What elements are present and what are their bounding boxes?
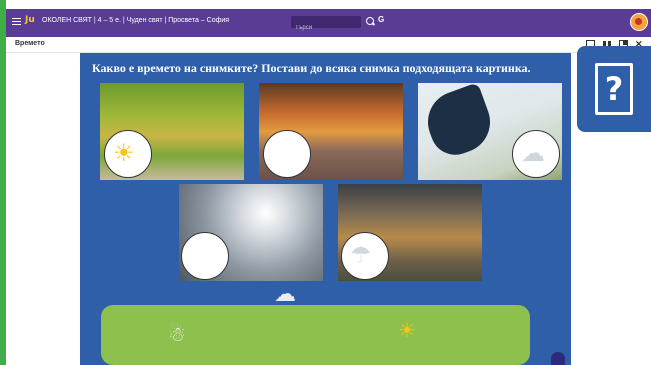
exercise-panel: Какво е времето на снимките? Постави до … [80,53,571,365]
photo-rain-bench: ☂ [338,184,482,281]
photo-windy-umbrella: ☁ [418,83,562,180]
search-box [291,16,361,34]
drop-circle[interactable] [181,232,229,280]
avatar[interactable] [630,13,648,31]
cloud-token-icon[interactable]: ☁ [274,283,296,305]
section-title: Времето [15,40,45,47]
app-title: ОКОЛЕН СВЯТ | 4 – 5 е. | Чуден свят | Пр… [42,17,230,24]
photo-cloudy-sky [179,184,323,281]
drop-circle[interactable]: ☁ [512,130,560,178]
app-frame: Ju ОКОЛЕН СВЯТ | 4 – 5 е. | Чуден свят |… [6,0,651,365]
sun-cloud-token-icon[interactable]: ☀ [398,321,416,341]
corner-decoration [551,352,565,365]
answer-tray [101,305,530,365]
help-button[interactable]: ? [577,46,651,132]
app-logo: Ju [25,15,35,25]
drop-circle[interactable]: ☂ [341,232,389,280]
top-bar: Ju ОКОЛЕН СВЯТ | 4 – 5 е. | Чуден свят |… [6,9,651,37]
rain-cloud-icon[interactable]: ☂ [350,243,372,269]
search-icon[interactable] [366,17,374,25]
photo-rainy-alley [259,83,403,180]
g-icon[interactable]: G [378,15,384,24]
task-instruction: Какво е времето на снимките? Постави до … [92,61,531,75]
drop-circle[interactable] [263,130,311,178]
drop-circle[interactable]: ☀ [104,130,152,178]
section-bar: Времето ✕ [6,37,651,53]
menu-icon[interactable] [12,18,21,25]
snow-cloud-token-icon[interactable]: ☃ [168,325,186,345]
photo-autumn-park: ☀ [100,83,244,180]
cloud-wind-icon[interactable]: ☁ [521,141,545,167]
help-icon: ? [595,63,633,115]
search-input[interactable] [291,22,361,34]
umbrella-image [419,83,499,162]
sun-icon[interactable]: ☀ [113,141,135,167]
